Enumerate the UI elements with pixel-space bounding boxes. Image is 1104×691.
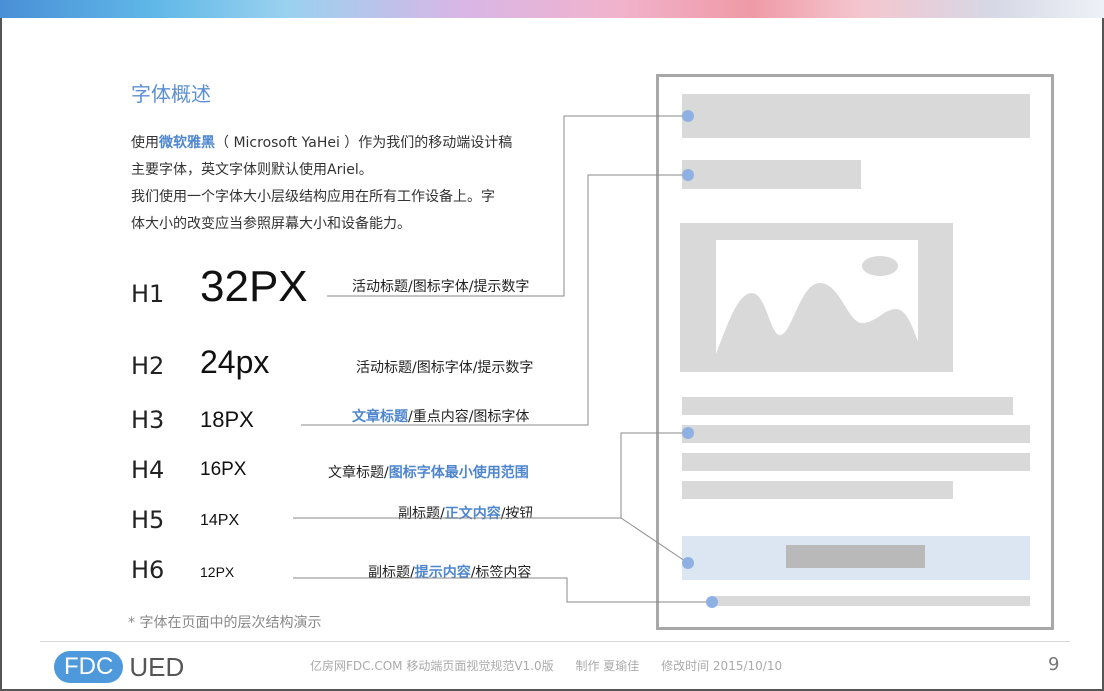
connector-dot [682, 557, 694, 569]
page-number: 9 [1048, 654, 1060, 675]
footer-modified: 修改时间 2015/10/10 [661, 659, 783, 673]
connector-dot [682, 110, 694, 122]
fdc-ued-logo: FDC UED [54, 651, 184, 683]
connector-lines [293, 110, 718, 608]
logo-ued: UED [129, 651, 185, 682]
footer-author: 制作 夏瑜佳 [575, 659, 640, 673]
footer-divider [40, 641, 1070, 642]
connector-dot [682, 169, 694, 181]
connector-dot [706, 596, 718, 608]
footer-site: 亿房网FDC.COM 移动端页面视觉规范V1.0版 [310, 659, 554, 673]
connector-dot [682, 427, 694, 439]
logo-fdc: FDC [54, 651, 124, 683]
footer-info: 亿房网FDC.COM 移动端页面视觉规范V1.0版 制作 夏瑜佳 修改时间 20… [310, 657, 800, 674]
